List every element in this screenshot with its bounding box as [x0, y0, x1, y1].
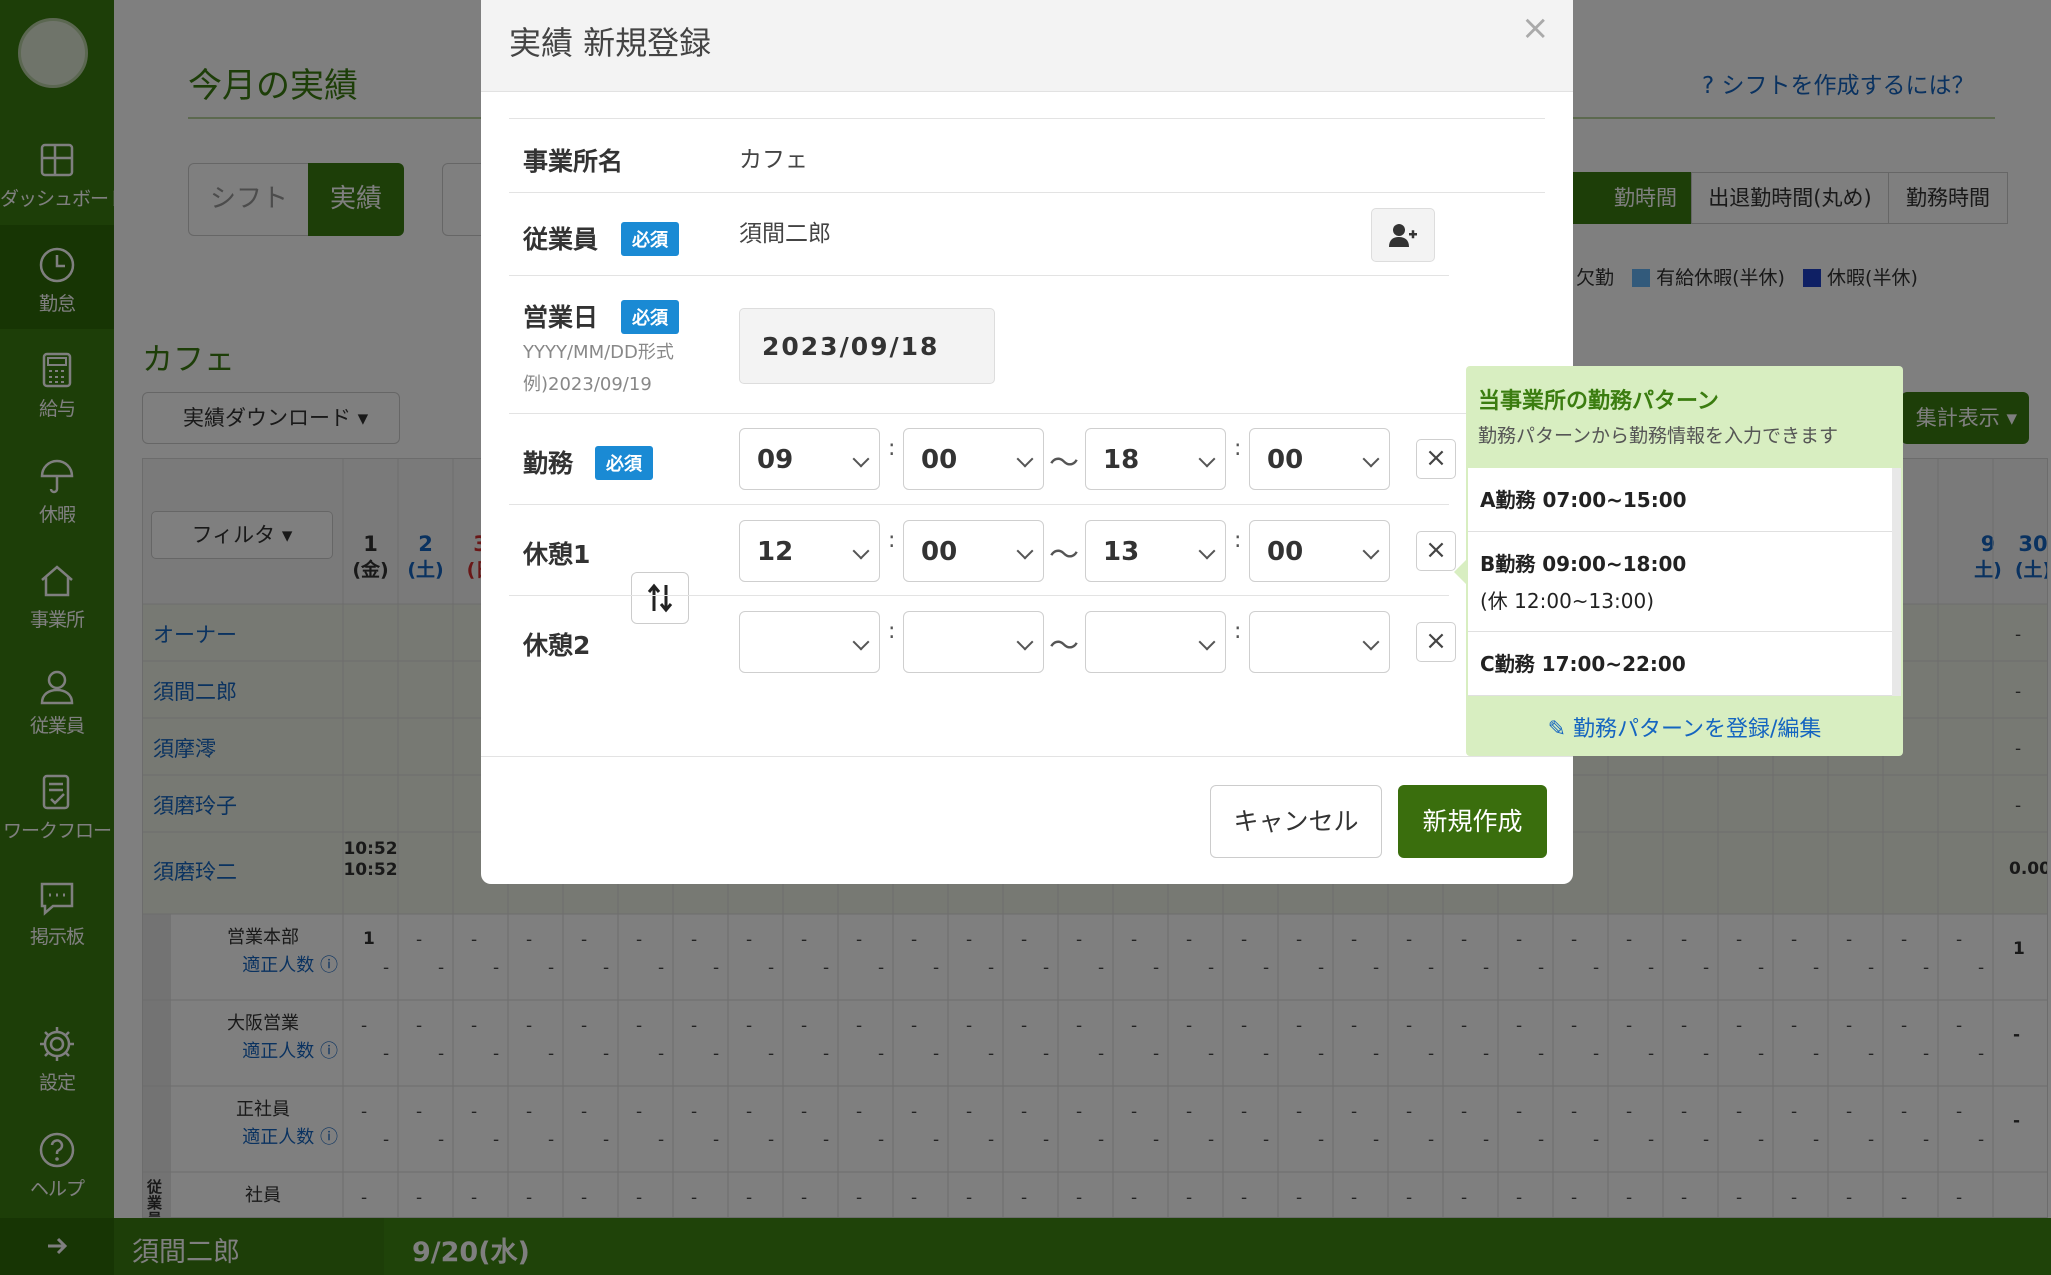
time-colon: :	[888, 436, 896, 461]
break2-sm-select[interactable]	[903, 611, 1044, 673]
chevron-down-icon	[1198, 542, 1216, 560]
work-eh-select[interactable]: 18	[1085, 428, 1226, 490]
select-value: 00	[1267, 537, 1304, 567]
time-colon: :	[1234, 619, 1242, 644]
pattern-item-a[interactable]: A勤務 07:00~15:00	[1468, 468, 1892, 532]
time-tilde: 〜	[1049, 629, 1079, 664]
modal-header: 実績 新規登録 ×	[481, 0, 1573, 92]
pattern-scrollbar[interactable]	[1892, 468, 1901, 696]
break1-sm-select[interactable]: 00	[903, 520, 1044, 582]
pattern-label: 勤務 17:00~22:00	[1494, 652, 1686, 676]
row-divider	[509, 595, 1449, 596]
select-value: 00	[921, 445, 958, 475]
required-badge: 必須	[621, 222, 679, 256]
pattern-edit-link[interactable]: ✎ 勤務パターンを登録/編集	[1466, 711, 1903, 743]
user-plus-icon	[1389, 224, 1417, 247]
break1-eh-select[interactable]: 13	[1085, 520, 1226, 582]
pattern-code: A	[1480, 488, 1496, 512]
pattern-title: 当事業所の勤務パターン	[1478, 389, 1719, 414]
chevron-down-icon	[1362, 542, 1380, 560]
footer-divider	[481, 756, 1573, 757]
time-colon: :	[888, 619, 896, 644]
cancel-button[interactable]: キャンセル	[1210, 785, 1382, 858]
pattern-label: 勤務 07:00~15:00	[1495, 488, 1687, 512]
pattern-label: 勤務 09:00~18:00	[1495, 552, 1687, 576]
chevron-down-icon	[852, 542, 870, 560]
select-value: 13	[1103, 537, 1140, 567]
break1-sh-select[interactable]: 12	[739, 520, 880, 582]
chevron-down-icon	[1198, 633, 1216, 651]
break2-sh-select[interactable]	[739, 611, 880, 673]
chevron-down-icon	[852, 633, 870, 651]
chevron-down-icon	[1016, 450, 1034, 468]
select-value: 00	[921, 537, 958, 567]
date-example-hint: 例)2023/09/19	[523, 374, 652, 395]
select-value: 00	[1267, 445, 1304, 475]
break1-clear-button[interactable]: ×	[1416, 531, 1456, 571]
row-divider	[509, 118, 1545, 119]
work-pattern-popover: 当事業所の勤務パターン 勤務パターンから勤務情報を入力できます A勤務 07:0…	[1454, 366, 1903, 756]
chevron-down-icon	[1362, 633, 1380, 651]
popover-arrow	[1454, 560, 1466, 584]
chevron-down-icon	[1016, 633, 1034, 651]
row-divider	[509, 504, 1449, 505]
row-divider	[509, 413, 1545, 414]
break2-clear-button[interactable]: ×	[1416, 622, 1456, 662]
office-label: 事業所名	[523, 147, 624, 176]
modal-title: 実績 新規登録	[509, 24, 712, 62]
create-button[interactable]: 新規作成	[1398, 785, 1547, 858]
work-em-select[interactable]: 00	[1249, 428, 1390, 490]
chevron-down-icon	[852, 450, 870, 468]
select-value: 12	[757, 537, 794, 567]
break2-label: 休憩2	[523, 631, 591, 660]
register-modal: 実績 新規登録 × 事業所名 カフェ 従業員 必須 須間二郎 営業日 必須 YY…	[481, 0, 1573, 884]
office-value: カフェ	[739, 147, 808, 173]
work-sh-select[interactable]: 09	[739, 428, 880, 490]
row-divider	[509, 192, 1545, 193]
chevron-down-icon	[1362, 450, 1380, 468]
pattern-code: C	[1480, 652, 1495, 676]
time-tilde: 〜	[1049, 538, 1079, 573]
break1-label: 休憩1	[523, 540, 591, 569]
pencil-icon: ✎	[1547, 717, 1567, 742]
time-tilde: 〜	[1049, 446, 1079, 481]
break1-em-select[interactable]: 00	[1249, 520, 1390, 582]
select-value: 09	[757, 445, 794, 475]
modal-close-icon[interactable]: ×	[1521, 8, 1550, 48]
time-colon: :	[1234, 436, 1242, 461]
row-divider	[509, 275, 1449, 276]
pattern-subtitle: 勤務パターンから勤務情報を入力できます	[1478, 425, 1839, 447]
chevron-down-icon	[1198, 450, 1216, 468]
chevron-down-icon	[1016, 542, 1034, 560]
pattern-item-c[interactable]: C勤務 17:00~22:00	[1468, 632, 1892, 696]
date-label: 営業日	[523, 303, 599, 332]
required-badge: 必須	[595, 446, 653, 480]
work-label: 勤務	[523, 449, 574, 478]
pattern-code: B	[1480, 552, 1496, 576]
swap-breaks-button[interactable]	[631, 572, 689, 624]
date-input[interactable]: 2023/09/18	[739, 308, 995, 384]
break2-em-select[interactable]	[1249, 611, 1390, 673]
work-clear-button[interactable]: ×	[1416, 439, 1456, 479]
select-value: 18	[1103, 445, 1140, 475]
required-badge: 必須	[621, 300, 679, 334]
employee-value[interactable]: 須間二郎	[739, 214, 831, 248]
swap-arrows-icon	[647, 583, 673, 613]
work-sm-select[interactable]: 00	[903, 428, 1044, 490]
pattern-edit-label: 勤務パターンを登録/編集	[1573, 717, 1822, 742]
date-format-hint: YYYY/MM/DD形式	[523, 342, 674, 363]
pattern-rest: (休 12:00~13:00)	[1480, 589, 1654, 613]
pattern-item-b[interactable]: B勤務 09:00~18:00 (休 12:00~13:00)	[1468, 532, 1892, 632]
time-colon: :	[888, 528, 896, 553]
add-employee-button[interactable]	[1371, 208, 1435, 262]
employee-label: 従業員	[523, 225, 599, 254]
time-colon: :	[1234, 528, 1242, 553]
break2-eh-select[interactable]	[1085, 611, 1226, 673]
